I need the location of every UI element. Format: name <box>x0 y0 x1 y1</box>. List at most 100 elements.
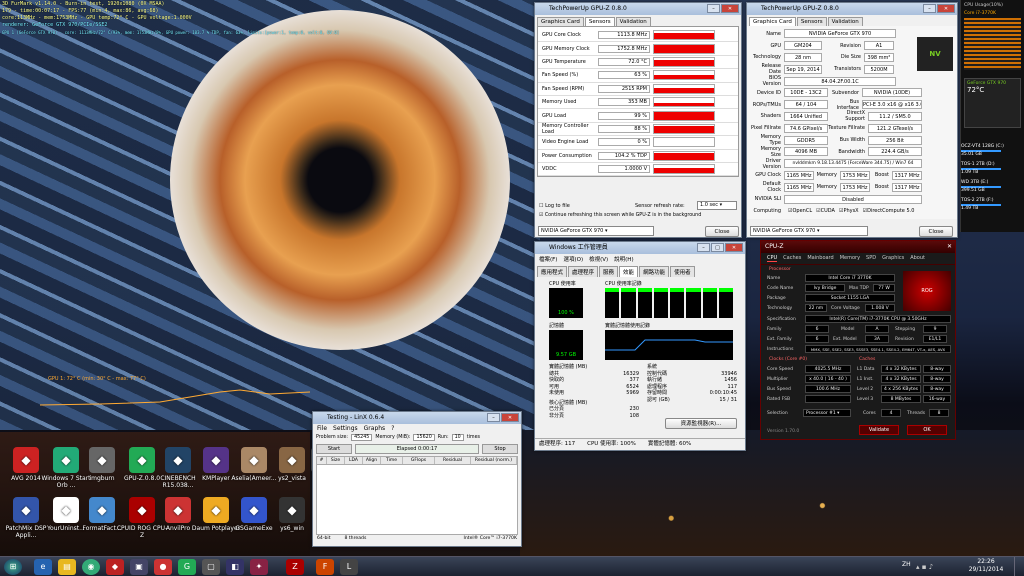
column-header[interactable]: Time <box>381 457 403 464</box>
value: 1165 MHz <box>784 170 814 180</box>
tab-memory[interactable]: Memory <box>840 255 860 262</box>
maximize-button[interactable]: □ <box>711 243 724 252</box>
opencl-checkbox[interactable]: ☑OpenCL <box>788 208 812 214</box>
minimize-button[interactable]: – <box>923 4 936 13</box>
value: 11.2 / SM5.0 <box>868 111 922 121</box>
tab-caches[interactable]: Caches <box>783 255 801 262</box>
problem-size-field[interactable]: 45245 <box>351 434 373 441</box>
window-title: TechPowerUp GPU-Z 0.8.0 <box>761 5 839 12</box>
desktop-icon[interactable]: ◆ ys6_win <box>266 497 318 532</box>
tab-mainboard[interactable]: Mainboard <box>807 255 833 262</box>
menu-options[interactable]: 選項(O) <box>563 255 583 263</box>
taskbar-chrome-icon[interactable]: ◉ <box>82 559 100 575</box>
tab-sensors[interactable]: Sensors <box>796 17 827 26</box>
label: Computing <box>753 207 781 214</box>
tab-performance[interactable]: 效能 <box>619 266 639 277</box>
memory-meter: 9.57 GB <box>549 330 583 360</box>
tab-about[interactable]: About <box>910 255 925 262</box>
tab-services[interactable]: 服務 <box>599 266 619 277</box>
menu-graphs[interactable]: Graphs <box>364 425 386 432</box>
title-bar[interactable]: Testing - LinX 0.6.4 – ✕ <box>313 412 521 424</box>
log-to-file[interactable]: ☐ Log to file <box>539 203 570 209</box>
taskbar-explorer-icon[interactable]: ▤ <box>58 559 76 575</box>
taskbar-rog-icon[interactable]: ◆ <box>106 559 124 575</box>
column-header[interactable]: Residual (norm.) <box>471 457 517 464</box>
close-button[interactable]: Close <box>919 226 953 237</box>
minimize-button[interactable]: – <box>487 413 500 422</box>
taskbar-app-icon[interactable]: ● <box>154 559 172 575</box>
tab-cpu[interactable]: CPU <box>767 255 778 262</box>
card-select[interactable]: NVIDIA GeForce GTX 970 ▾ <box>538 226 654 236</box>
directcompute-checkbox[interactable]: ☑DirectCompute 5.0 <box>863 208 915 214</box>
taskbar-app-icon[interactable]: ▢ <box>202 559 220 575</box>
title-bar[interactable]: CPU-Z ✕ <box>761 241 955 253</box>
continue-refresh-checkbox[interactable]: ☑ Continue refreshing this screen while … <box>539 213 701 218</box>
cuda-checkbox[interactable]: ☑CUDA <box>816 208 835 214</box>
menu-help[interactable]: 說明(H) <box>614 255 633 263</box>
tab-graphics-card[interactable]: Graphics Card <box>537 17 584 26</box>
tab-applications[interactable]: 應用程式 <box>537 266 568 277</box>
taskbar-app-icon[interactable]: ✦ <box>250 559 268 575</box>
sensor-row: Fan Speed (%) 63 % <box>538 69 738 83</box>
stop-button[interactable]: Stop <box>482 444 518 454</box>
title-bar[interactable]: Windows 工作管理員 – □ ✕ <box>535 242 745 254</box>
close-icon[interactable]: ✕ <box>721 4 739 13</box>
title-bar[interactable]: TechPowerUp GPU-Z 0.8.0 – ✕ <box>747 3 957 15</box>
clock[interactable]: 22:26 29/11/2014 <box>966 558 1006 574</box>
close-button[interactable]: Close <box>705 226 739 237</box>
tab-graphics-card[interactable]: Graphics Card <box>749 17 796 26</box>
tab-sensors[interactable]: Sensors <box>584 17 615 26</box>
tab-users[interactable]: 使用者 <box>670 266 695 277</box>
start-button[interactable]: Start <box>316 444 352 454</box>
clock-date: 29/11/2014 <box>968 566 1004 573</box>
tab-validation[interactable]: Validation <box>615 17 651 26</box>
tab-processes[interactable]: 處理程序 <box>568 266 599 277</box>
label: Core Voltage <box>831 306 860 311</box>
minimize-button[interactable]: – <box>697 243 710 252</box>
tab-spd[interactable]: SPD <box>866 255 876 262</box>
close-icon[interactable]: ✕ <box>947 241 952 253</box>
hud-line: renderer: GeForce GTX 970/PCIe/SSE2 <box>2 22 108 28</box>
column-header[interactable]: GFlops <box>403 457 435 464</box>
card-select[interactable]: NVIDIA GeForce GTX 970 ▾ <box>750 226 868 236</box>
column-header[interactable]: LDA <box>345 457 363 464</box>
column-header[interactable]: # <box>317 457 327 464</box>
ok-button[interactable]: OK <box>907 425 947 435</box>
memory-field[interactable]: 15620 <box>413 434 435 441</box>
value: 4 <box>881 409 901 417</box>
taskbar-app-icon[interactable]: ◧ <box>226 559 244 575</box>
validate-button[interactable]: Validate <box>859 425 899 435</box>
tab-validation[interactable]: Validation <box>827 17 863 26</box>
taskbar-gpuz-icon[interactable]: G <box>178 559 196 575</box>
tray-icons[interactable]: ▴ ▪ ♪ <box>916 563 933 571</box>
processor-select[interactable]: Processor #1 ▾ <box>803 409 851 417</box>
title-bar[interactable]: TechPowerUp GPU-Z 0.8.0 – ✕ <box>535 3 741 15</box>
taskbar-ie-icon[interactable]: e <box>34 559 52 575</box>
run-field[interactable]: 10 <box>451 434 464 441</box>
tab-networking[interactable]: 網路功能 <box>639 266 670 277</box>
taskbar-linx-icon[interactable]: L <box>340 559 358 575</box>
column-header[interactable]: Align <box>363 457 381 464</box>
menu-file[interactable]: File <box>317 425 327 432</box>
menu-view[interactable]: 檢視(V) <box>589 255 608 263</box>
close-icon[interactable]: ✕ <box>725 243 743 252</box>
physx-checkbox[interactable]: ☑PhysX <box>839 208 859 214</box>
linx-controls: Start Elapsed 0:00:17 Stop <box>313 442 521 456</box>
language-indicator[interactable]: ZH <box>902 561 911 568</box>
menu-file[interactable]: 檔案(F) <box>539 255 557 263</box>
taskbar-furmark-icon[interactable]: F <box>316 559 334 575</box>
start-button[interactable]: ⊞ <box>4 559 22 575</box>
column-header[interactable]: Residual <box>435 457 471 464</box>
taskbar-cpuz-icon[interactable]: Z <box>286 559 304 575</box>
refresh-rate-select[interactable]: 1.0 sec ▾ <box>697 201 737 210</box>
close-icon[interactable]: ✕ <box>501 413 519 422</box>
column-header[interactable]: Size <box>327 457 345 464</box>
show-desktop-button[interactable] <box>1014 557 1024 576</box>
menu-help[interactable]: ? <box>391 425 394 432</box>
tab-graphics[interactable]: Graphics <box>882 255 904 262</box>
resource-monitor-button[interactable]: 資源監視器(R)... <box>665 418 737 429</box>
taskbar-app-icon[interactable]: ▣ <box>130 559 148 575</box>
menu-settings[interactable]: Settings <box>333 425 358 432</box>
minimize-button[interactable]: – <box>707 4 720 13</box>
close-icon[interactable]: ✕ <box>937 4 955 13</box>
